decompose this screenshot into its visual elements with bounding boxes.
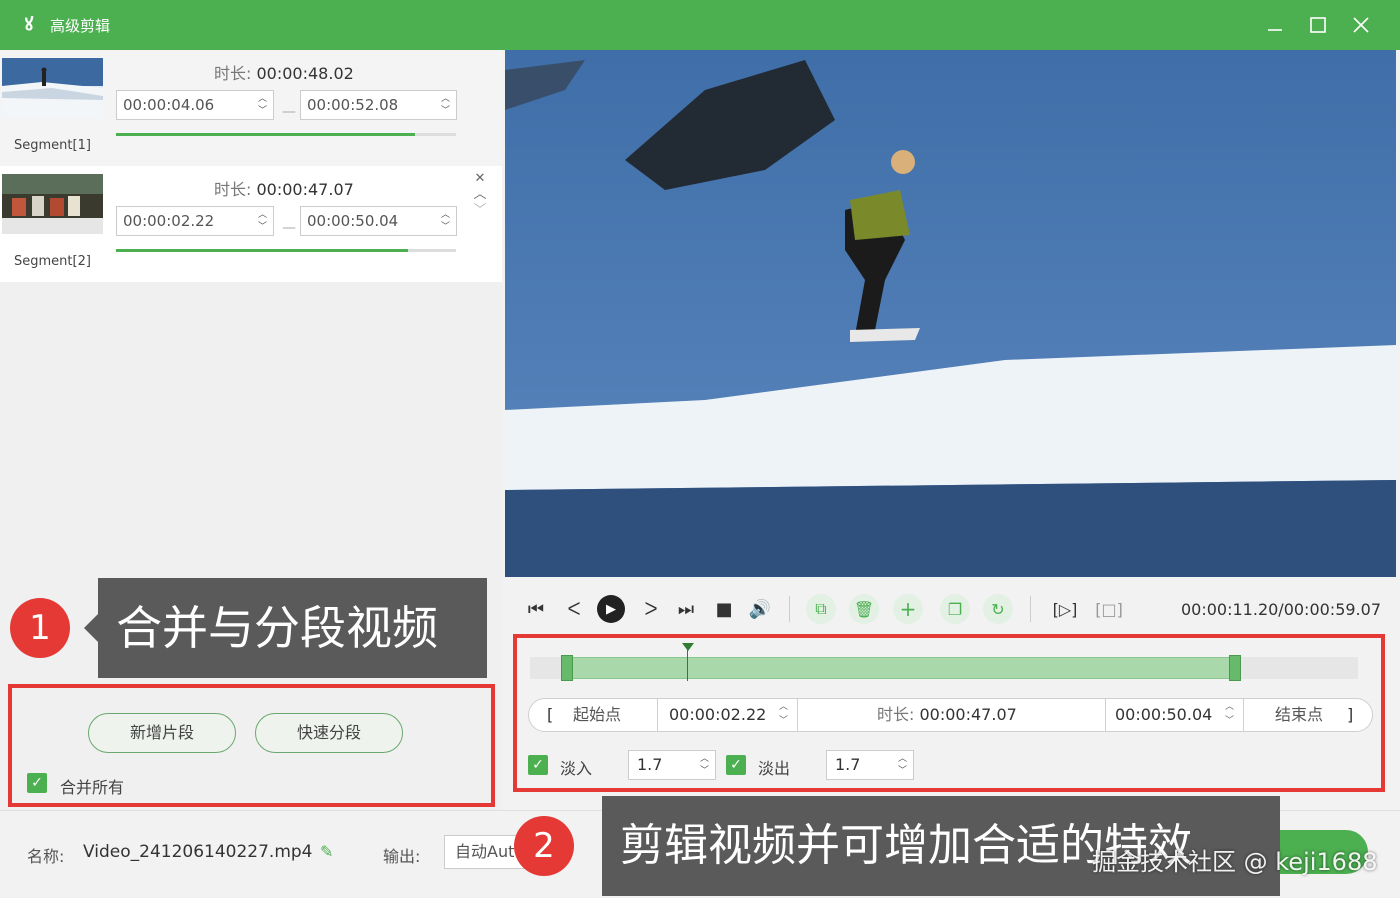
minimize-icon [1268,29,1282,31]
remove-segment-icon[interactable]: ✕ [470,171,490,187]
volume-icon[interactable]: 🔊 [747,596,773,622]
toolbar-divider [1030,596,1031,622]
range-separator: — [282,220,296,236]
skip-to-end-icon[interactable]: ⏭ [673,596,699,622]
range-separator: — [282,104,296,120]
segment-name: Segment[1] [14,138,91,153]
segment-duration: 时长: 00:00:47.07 [214,180,354,199]
segment-start-input[interactable]: 00:00:02.22 ︿ ﹀ [116,206,274,236]
time-readout: 00:00:11.20/00:00:59.07 [1181,600,1381,619]
segment-thumbnail-1 [2,58,103,118]
video-preview[interactable] [505,50,1396,577]
segment-thumbnail-2 [2,174,103,234]
title-bar: ꙋ 高级剪辑 [0,0,1400,50]
minimize-button[interactable] [1260,10,1290,40]
skip-to-start-icon[interactable]: ⏮ [523,596,549,622]
toolbar-divider [789,596,790,622]
segment-progress [116,249,456,252]
copy-icon[interactable]: ❐ [940,594,970,624]
segment-progress [116,133,456,136]
file-name-value: Video_241206140227.mp4 [83,842,313,862]
spinner-arrows-icon[interactable]: ︿ ﹀ [441,93,450,117]
file-name-label: 名称: [27,847,65,866]
maximize-icon [1310,17,1326,33]
annotation-highlight-1 [8,684,495,807]
close-button[interactable] [1346,10,1376,40]
annotation-callout-1: 合并与分段视频 [84,578,487,678]
app-logo-icon: ꙋ [24,14,34,35]
split-icon[interactable]: ⧉ [806,594,836,624]
next-frame-icon[interactable]: ᐳ [638,596,664,622]
output-label: 输出: [383,847,421,866]
spinner-arrows-icon[interactable]: ︿ ﹀ [258,209,267,233]
segment-item-1[interactable]: Segment[1] 时长: 00:00:48.02 00:00:04.06 ︿… [0,50,502,166]
annotation-step-1: 1 [10,598,70,658]
move-up-icon[interactable]: ︿ [470,187,490,203]
move-down-icon[interactable]: ﹀ [470,203,490,219]
annotation-highlight-2 [513,634,1385,792]
segment-item-2[interactable]: Segment[2] 时长: 00:00:47.07 00:00:02.22 ︿… [0,166,502,282]
segment-end-input[interactable]: 00:00:50.04 ︿ ﹀ [300,206,457,236]
delete-icon[interactable]: 🗑 [849,594,879,624]
segment-name: Segment[2] [14,254,91,269]
spinner-arrows-icon[interactable]: ︿ ﹀ [258,93,267,117]
reset-icon[interactable]: ↻ [983,594,1013,624]
add-icon[interactable]: + [893,594,923,624]
spinner-arrows-icon[interactable]: ︿ ﹀ [441,209,450,233]
annotation-step-2: 2 [514,816,574,876]
segment-end-input[interactable]: 00:00:52.08 ︿ ﹀ [300,90,457,120]
fit-selection-icon[interactable]: [□] [1095,596,1123,622]
play-icon[interactable]: ▶ [597,595,625,623]
segment-start-input[interactable]: 00:00:04.06 ︿ ﹀ [116,90,274,120]
watermark: 掘金技术社区 @ keji1688 [1092,848,1378,876]
play-selection-icon[interactable]: [▷] [1052,596,1078,622]
segment-controls: ✕ ︿ ﹀ [470,171,490,219]
window-title: 高级剪辑 [50,16,111,35]
close-icon [1353,17,1369,33]
segment-duration: 时长: 00:00:48.02 [214,64,354,83]
previous-frame-icon[interactable]: ᐸ [561,596,587,622]
maximize-button[interactable] [1303,10,1333,40]
stop-icon[interactable]: ■ [711,596,737,622]
edit-name-icon[interactable]: ✎ [320,842,333,861]
